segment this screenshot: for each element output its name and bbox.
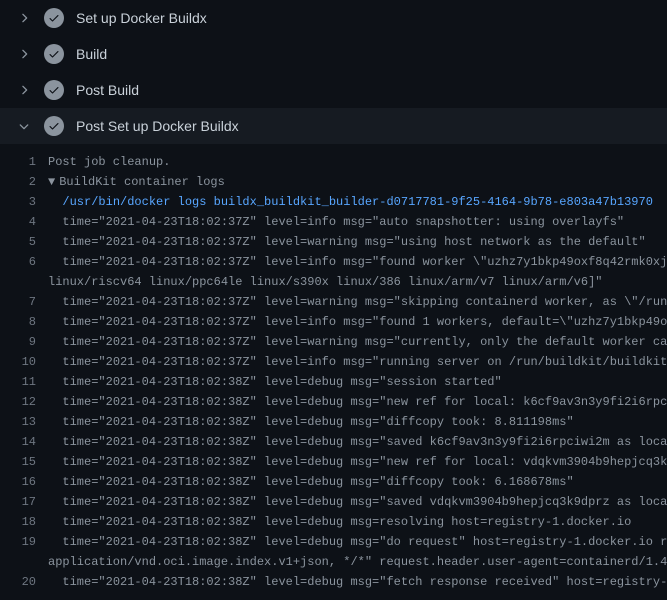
workflow-step[interactable]: Set up Docker Buildx — [0, 0, 667, 36]
log-line: 12 time="2021-04-23T18:02:38Z" level=deb… — [0, 392, 667, 412]
line-content: time="2021-04-23T18:02:38Z" level=debug … — [48, 432, 667, 452]
step-name: Build — [76, 46, 107, 62]
line-content: time="2021-04-23T18:02:38Z" level=debug … — [48, 452, 667, 472]
line-content: time="2021-04-23T18:02:38Z" level=debug … — [48, 392, 667, 412]
line-content: time="2021-04-23T18:02:38Z" level=debug … — [48, 372, 502, 392]
check-circle-icon — [44, 8, 64, 28]
line-number: 15 — [0, 452, 48, 472]
line-number: 14 — [0, 432, 48, 452]
log-line: 20 time="2021-04-23T18:02:38Z" level=deb… — [0, 572, 667, 592]
line-content: time="2021-04-23T18:02:37Z" level=info m… — [48, 352, 667, 372]
log-line: 16 time="2021-04-23T18:02:38Z" level=deb… — [0, 472, 667, 492]
log-line: 6 time="2021-04-23T18:02:37Z" level=info… — [0, 252, 667, 272]
line-number: 4 — [0, 212, 48, 232]
line-content: time="2021-04-23T18:02:37Z" level=warnin… — [48, 292, 667, 312]
line-content: time="2021-04-23T18:02:38Z" level=debug … — [48, 472, 574, 492]
line-number: 16 — [0, 472, 48, 492]
line-number: 1 — [0, 152, 48, 172]
line-content: time="2021-04-23T18:02:37Z" level=info m… — [48, 252, 667, 272]
line-number: 18 — [0, 512, 48, 532]
step-name: Post Set up Docker Buildx — [76, 118, 239, 134]
line-content: time="2021-04-23T18:02:38Z" level=debug … — [48, 492, 667, 512]
line-content: time="2021-04-23T18:02:38Z" level=debug … — [48, 572, 667, 592]
log-link[interactable]: /usr/bin/docker logs buildx_buildkit_bui… — [62, 195, 653, 209]
line-number: 8 — [0, 312, 48, 332]
line-content: time="2021-04-23T18:02:38Z" level=debug … — [48, 532, 667, 552]
log-line: application/vnd.oci.image.index.v1+json,… — [0, 552, 667, 572]
check-circle-icon — [44, 116, 64, 136]
line-number — [0, 272, 48, 292]
log-line: 18 time="2021-04-23T18:02:38Z" level=deb… — [0, 512, 667, 532]
line-number: 19 — [0, 532, 48, 552]
log-line: 2▼BuildKit container logs — [0, 172, 667, 192]
line-number: 5 — [0, 232, 48, 252]
log-line: 5 time="2021-04-23T18:02:37Z" level=warn… — [0, 232, 667, 252]
line-content: time="2021-04-23T18:02:37Z" level=warnin… — [48, 232, 646, 252]
line-number: 13 — [0, 412, 48, 432]
log-line: linux/riscv64 linux/ppc64le linux/s390x … — [0, 272, 667, 292]
workflow-step[interactable]: Post Set up Docker Buildx — [0, 108, 667, 144]
workflow-step[interactable]: Post Build — [0, 72, 667, 108]
log-line: 3 /usr/bin/docker logs buildx_buildkit_b… — [0, 192, 667, 212]
step-name: Set up Docker Buildx — [76, 10, 207, 26]
line-number: 7 — [0, 292, 48, 312]
line-number: 11 — [0, 372, 48, 392]
line-content: time="2021-04-23T18:02:38Z" level=debug … — [48, 412, 574, 432]
log-line: 15 time="2021-04-23T18:02:38Z" level=deb… — [0, 452, 667, 472]
line-content: time="2021-04-23T18:02:37Z" level=info m… — [48, 312, 667, 332]
log-line: 4 time="2021-04-23T18:02:37Z" level=info… — [0, 212, 667, 232]
chevron-right-icon — [16, 10, 32, 26]
line-content: time="2021-04-23T18:02:37Z" level=warnin… — [48, 332, 667, 352]
line-number — [0, 552, 48, 572]
line-content: Post job cleanup. — [48, 152, 170, 172]
fold-arrow-icon[interactable]: ▼ — [48, 175, 59, 189]
chevron-right-icon — [16, 82, 32, 98]
log-line: 11 time="2021-04-23T18:02:38Z" level=deb… — [0, 372, 667, 392]
log-line: 8 time="2021-04-23T18:02:37Z" level=info… — [0, 312, 667, 332]
check-circle-icon — [44, 44, 64, 64]
workflow-step[interactable]: Build — [0, 36, 667, 72]
log-line: 17 time="2021-04-23T18:02:38Z" level=deb… — [0, 492, 667, 512]
log-line: 10 time="2021-04-23T18:02:37Z" level=inf… — [0, 352, 667, 372]
log-line: 1Post job cleanup. — [0, 152, 667, 172]
line-number: 6 — [0, 252, 48, 272]
line-number: 3 — [0, 192, 48, 212]
step-name: Post Build — [76, 82, 139, 98]
line-number: 9 — [0, 332, 48, 352]
check-circle-icon — [44, 80, 64, 100]
log-line: 9 time="2021-04-23T18:02:37Z" level=warn… — [0, 332, 667, 352]
log-line: 7 time="2021-04-23T18:02:37Z" level=warn… — [0, 292, 667, 312]
line-content: time="2021-04-23T18:02:37Z" level=info m… — [48, 212, 624, 232]
log-line: 19 time="2021-04-23T18:02:38Z" level=deb… — [0, 532, 667, 552]
line-number: 10 — [0, 352, 48, 372]
line-content: time="2021-04-23T18:02:38Z" level=debug … — [48, 512, 631, 532]
line-number: 17 — [0, 492, 48, 512]
log-line: 14 time="2021-04-23T18:02:38Z" level=deb… — [0, 432, 667, 452]
chevron-right-icon — [16, 46, 32, 62]
chevron-down-icon — [16, 118, 32, 134]
line-number: 20 — [0, 572, 48, 592]
line-number: 12 — [0, 392, 48, 412]
line-content: ▼BuildKit container logs — [48, 172, 225, 192]
line-content: linux/riscv64 linux/ppc64le linux/s390x … — [48, 272, 603, 292]
line-number: 2 — [0, 172, 48, 192]
line-content: application/vnd.oci.image.index.v1+json,… — [48, 552, 667, 572]
line-content: /usr/bin/docker logs buildx_buildkit_bui… — [48, 192, 653, 212]
log-line: 13 time="2021-04-23T18:02:38Z" level=deb… — [0, 412, 667, 432]
